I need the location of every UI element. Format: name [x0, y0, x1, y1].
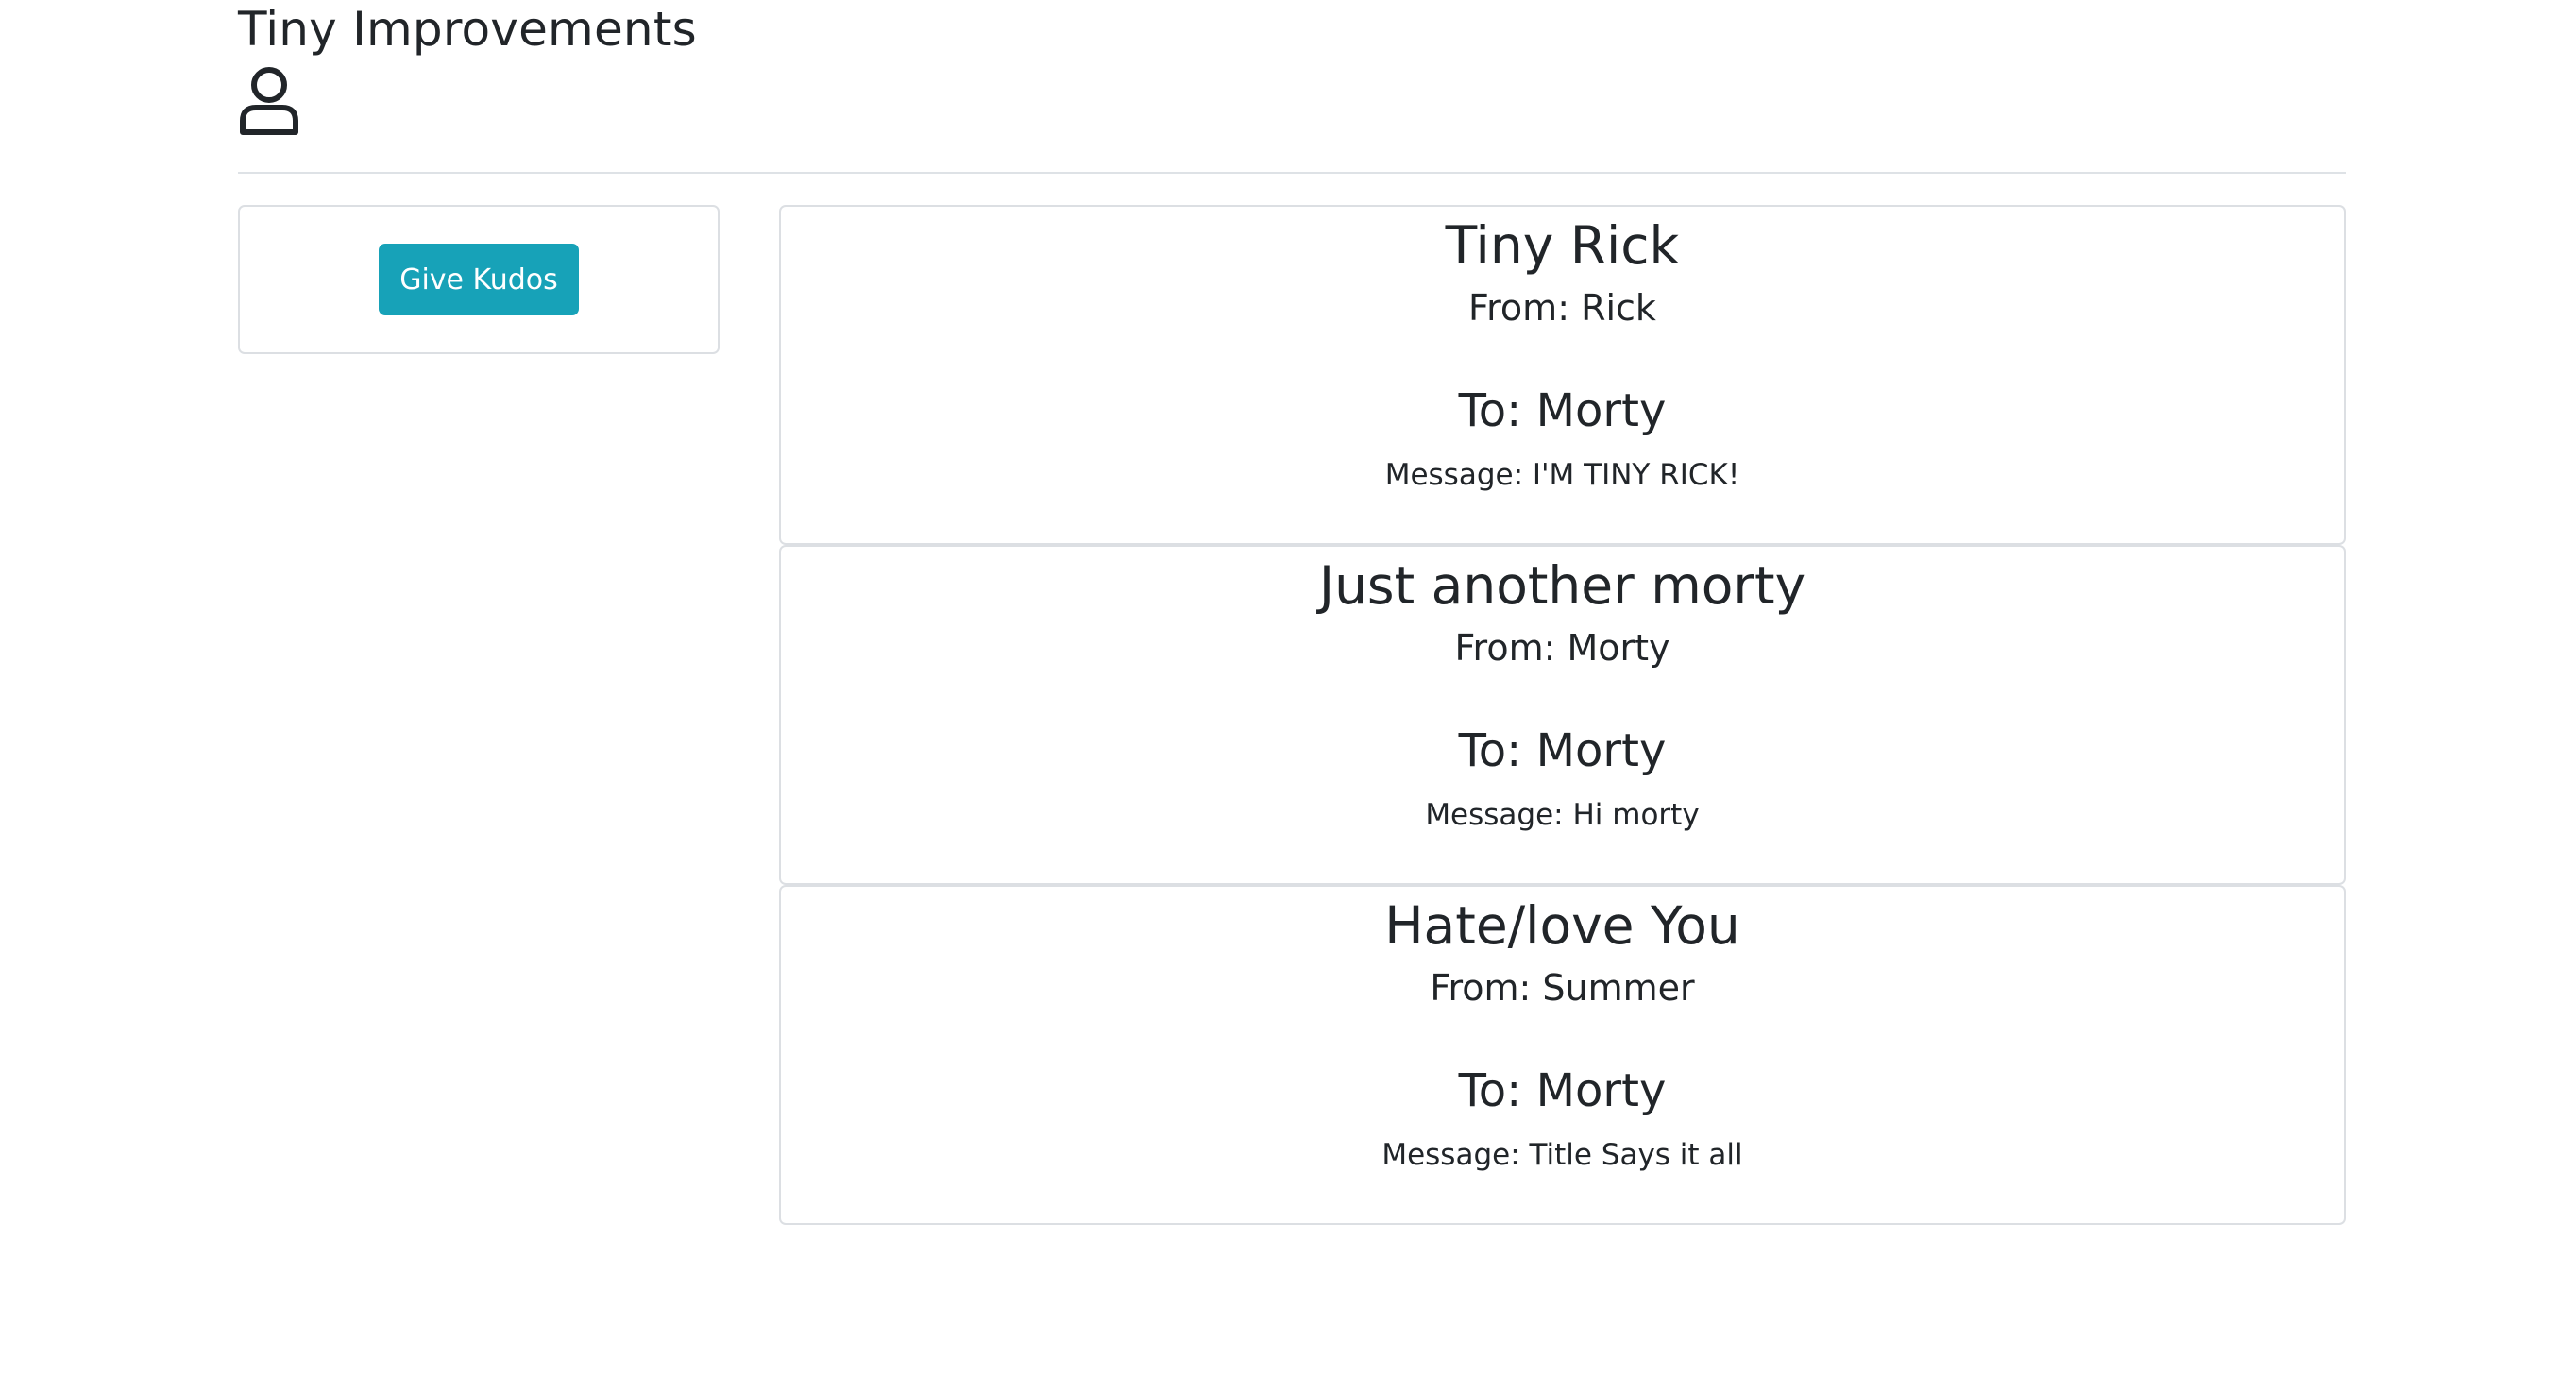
kudos-to: To: Morty [1458, 1064, 1667, 1117]
sidebar-card: Give Kudos [238, 205, 720, 354]
header-divider [238, 172, 2346, 174]
kudos-to: To: Morty [1458, 724, 1667, 777]
kudos-card: Just another morty From: Morty To: Morty… [779, 545, 2346, 885]
kudos-title: Just another morty [1318, 555, 1806, 616]
kudos-from: From: Rick [1468, 287, 1656, 329]
kudos-from: From: Morty [1454, 627, 1670, 669]
kudos-title: Tiny Rick [1445, 215, 1680, 276]
kudos-feed: Tiny Rick From: Rick To: Morty Message: … [779, 205, 2346, 1225]
give-kudos-button[interactable]: Give Kudos [379, 244, 579, 315]
kudos-from: From: Summer [1430, 967, 1695, 1009]
kudos-title: Hate/love You [1384, 895, 1740, 956]
kudos-card: Hate/love You From: Summer To: Morty Mes… [779, 885, 2346, 1225]
user-icon[interactable] [238, 66, 2346, 136]
page-container: Tiny Improvements Give Kudos Tiny Rick F… [238, 0, 2346, 1225]
kudos-message: Message: Hi morty [1425, 798, 1700, 832]
kudos-message: Message: Title Says it all [1381, 1138, 1743, 1172]
kudos-message: Message: I'M TINY RICK! [1384, 458, 1740, 492]
kudos-card: Tiny Rick From: Rick To: Morty Message: … [779, 205, 2346, 545]
app-title: Tiny Improvements [238, 2, 697, 57]
kudos-to: To: Morty [1458, 384, 1667, 437]
